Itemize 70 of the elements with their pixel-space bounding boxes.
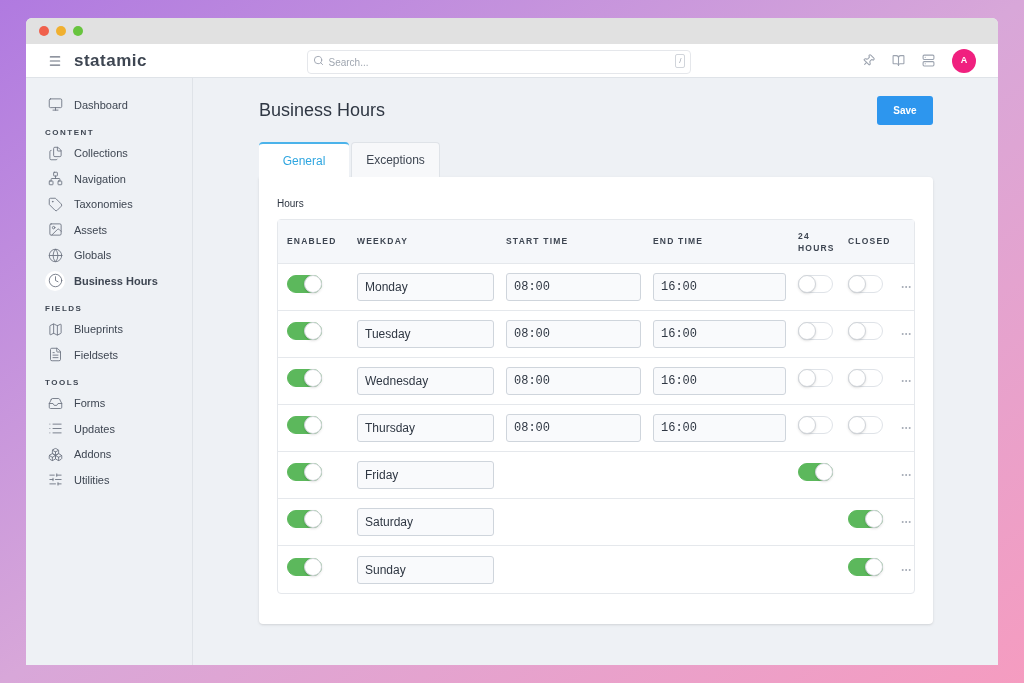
sidebar-section-title: CONTENT: [45, 126, 96, 139]
sidebar-item[interactable]: Utilities: [74, 471, 110, 488]
weekday-field[interactable]: Monday: [357, 273, 494, 301]
sitemap-icon: [47, 171, 63, 187]
toggle-switch[interactable]: [287, 557, 322, 576]
menu-icon[interactable]: [48, 53, 62, 68]
map-icon: [47, 321, 63, 337]
sidebar-item[interactable]: Collections: [74, 145, 128, 162]
end-time-field[interactable]: 16:00: [653, 414, 786, 442]
list-icon: [47, 421, 63, 437]
globe-icon: [47, 247, 63, 263]
sidebar-item[interactable]: Fieldsets: [74, 346, 119, 363]
book-icon[interactable]: [892, 54, 905, 67]
tab[interactable]: Exceptions: [351, 142, 440, 177]
start-time-field[interactable]: 08:00: [506, 273, 641, 301]
column-header: ENABLED: [287, 235, 338, 248]
tag-icon: [47, 196, 63, 212]
toggle-switch[interactable]: [287, 369, 322, 387]
toggle-switch[interactable]: [287, 322, 322, 340]
weekday-field[interactable]: Wednesday: [357, 367, 494, 395]
column-header: START TIME: [506, 235, 570, 248]
sidebar-item[interactable]: Addons: [74, 446, 112, 463]
sliders-icon: [47, 472, 63, 488]
page-title: Business Hours: [259, 99, 386, 122]
document-icon: [47, 347, 63, 363]
toggle-switch[interactable]: [848, 557, 883, 576]
toggle-switch[interactable]: [848, 510, 883, 528]
sidebar-item[interactable]: Business Hours: [74, 272, 158, 289]
server-icon[interactable]: [922, 54, 935, 67]
sidebar-item[interactable]: Globals: [74, 247, 112, 264]
sidebar-item[interactable]: Taxonomies: [74, 196, 133, 213]
weekday-field[interactable]: Saturday: [357, 508, 494, 536]
toggle-switch[interactable]: [287, 416, 322, 434]
sidebar-section-title: TOOLS: [45, 376, 81, 389]
toggle-switch[interactable]: [287, 463, 322, 481]
start-time-field[interactable]: 08:00: [506, 320, 641, 348]
start-time-field[interactable]: 08:00: [506, 367, 641, 395]
column-header: WEEKDAY: [357, 235, 410, 248]
boxes-icon: [47, 446, 63, 462]
documents-icon: [47, 145, 63, 161]
sidebar-section-title: FIELDS: [45, 302, 84, 315]
column-header: CLOSED: [848, 235, 892, 248]
image-icon: [47, 222, 63, 238]
sidebar-item[interactable]: Navigation: [74, 170, 126, 187]
shortcut-key: /: [675, 53, 686, 68]
user-avatar[interactable]: A: [952, 48, 976, 73]
toggle-switch[interactable]: [287, 275, 322, 293]
end-time-field[interactable]: 16:00: [653, 367, 786, 395]
sidebar-item[interactable]: Blueprints: [74, 321, 123, 338]
sidebar-item[interactable]: Updates: [74, 420, 115, 437]
sidebar-item[interactable]: Dashboard: [74, 96, 128, 113]
weekday-field[interactable]: Sunday: [357, 555, 494, 584]
weekday-field[interactable]: Friday: [357, 461, 494, 489]
clock-icon: [47, 273, 63, 289]
end-time-field[interactable]: 16:00: [653, 273, 786, 301]
sidebar-item[interactable]: Forms: [74, 395, 106, 412]
logo: statamic: [74, 49, 147, 72]
start-time-field[interactable]: 08:00: [506, 414, 641, 442]
inbox-icon: [47, 395, 63, 411]
toggle-switch[interactable]: [287, 510, 322, 528]
weekday-field[interactable]: Thursday: [357, 414, 494, 442]
section-label: Hours: [277, 197, 305, 211]
end-time-field[interactable]: 16:00: [653, 320, 786, 348]
column-header: END TIME: [653, 235, 705, 248]
search-icon: [313, 54, 325, 66]
sidebar-item[interactable]: Assets: [74, 221, 107, 238]
column-header: 24 HOURS: [798, 229, 836, 254]
weekday-field[interactable]: Tuesday: [357, 320, 494, 348]
toggle-switch[interactable]: [798, 463, 833, 481]
monitor-icon: [47, 97, 63, 113]
